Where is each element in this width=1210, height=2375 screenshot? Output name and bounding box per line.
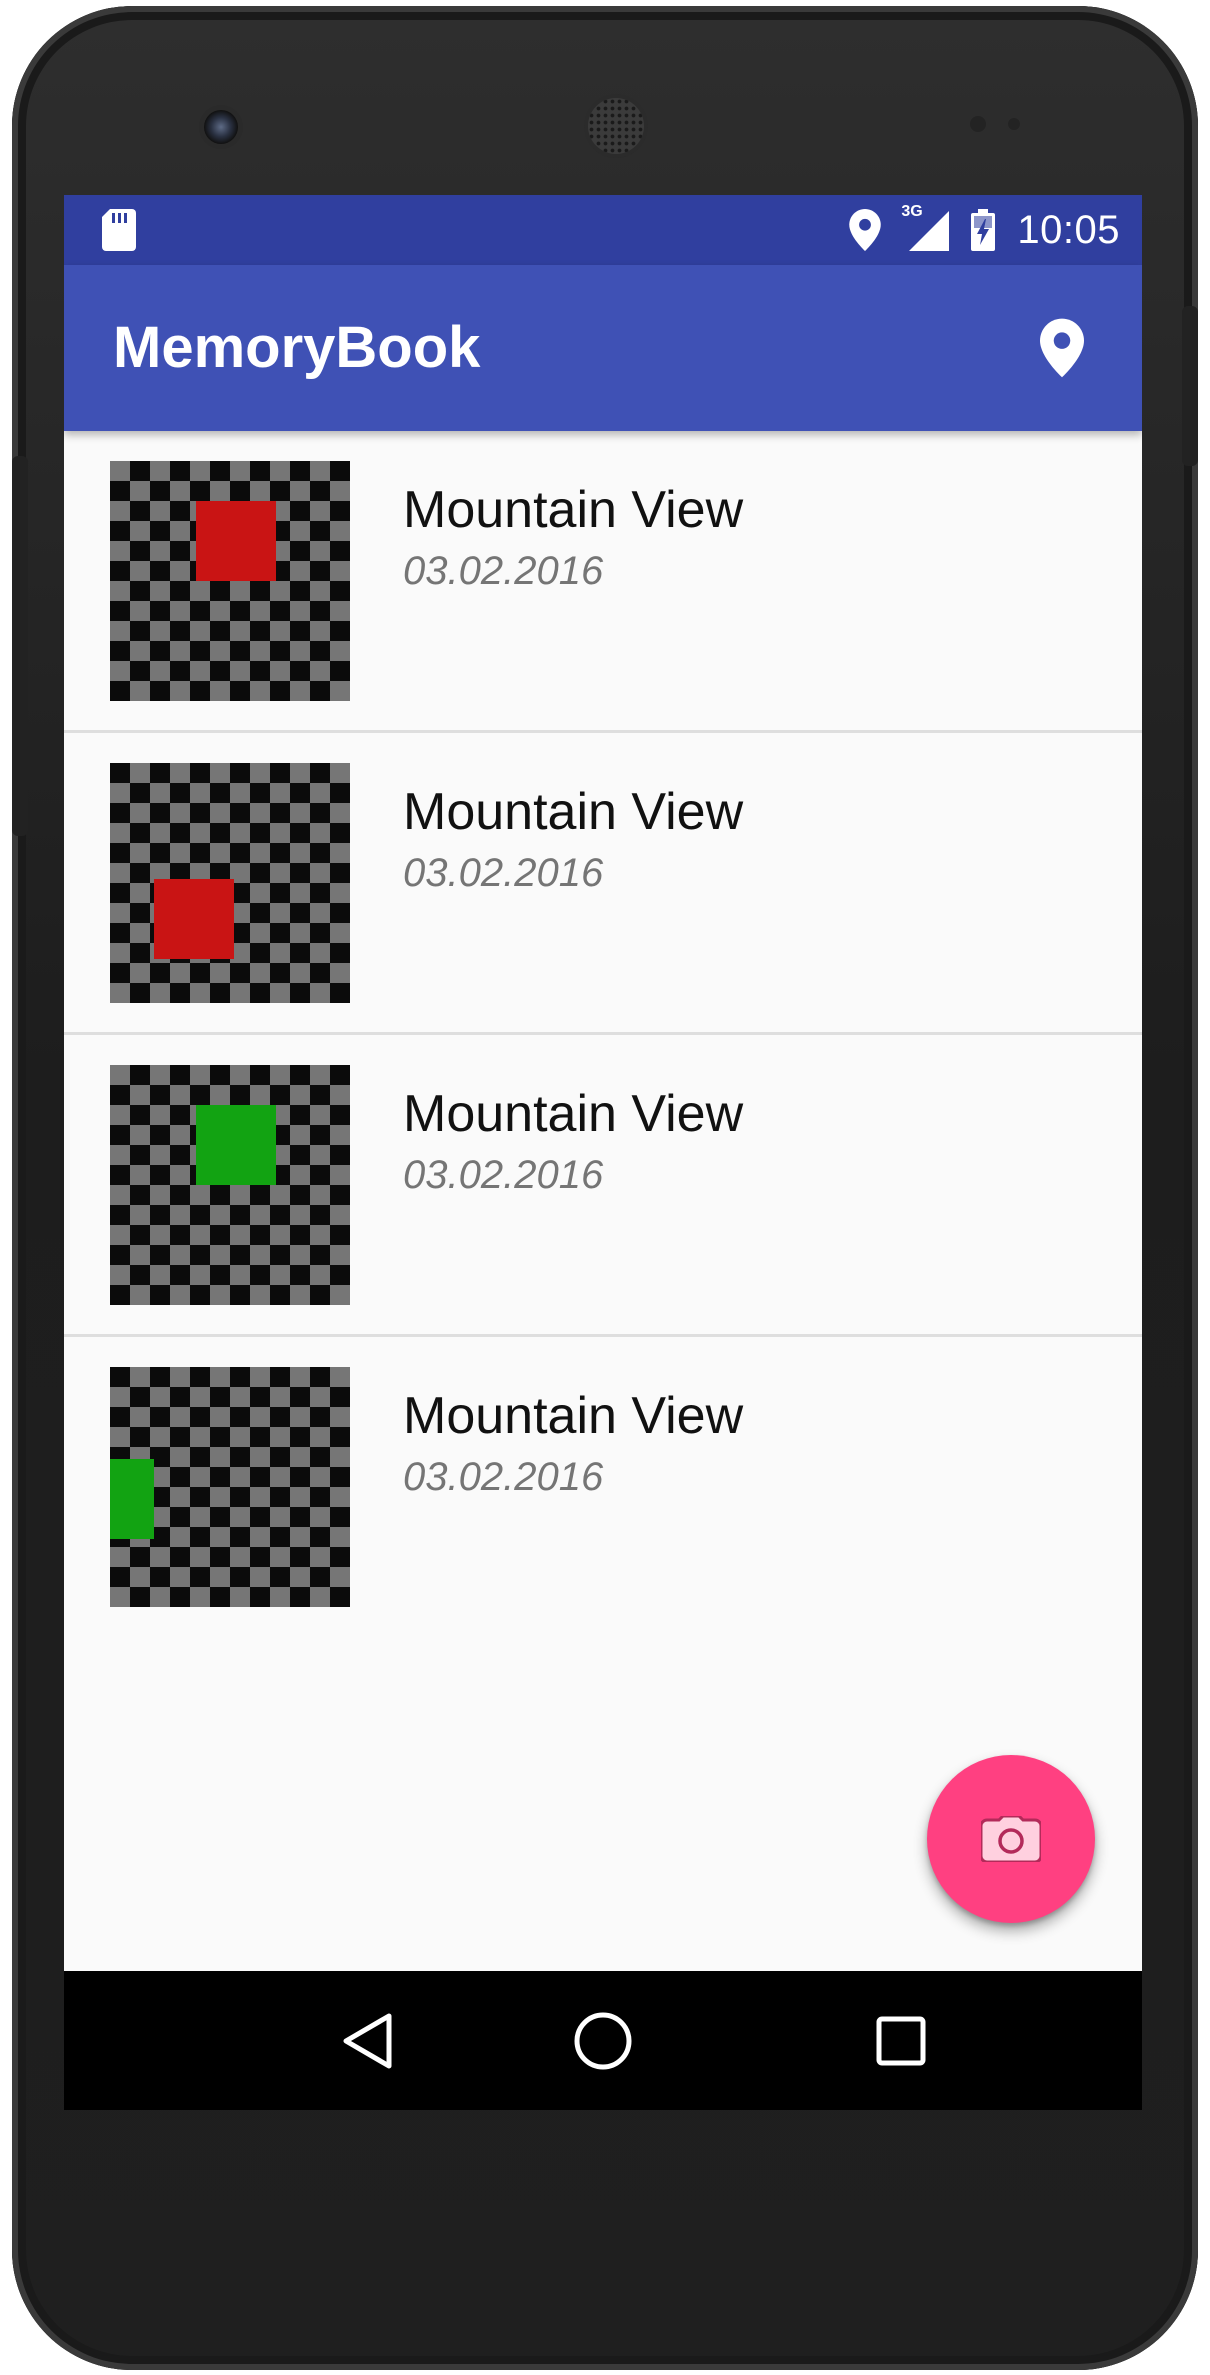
camera-icon: [981, 1816, 1041, 1862]
light-sensor: [1008, 118, 1020, 130]
recents-button[interactable]: [856, 1996, 946, 2086]
memory-title: Mountain View: [403, 481, 744, 539]
home-icon: [574, 2012, 632, 2070]
list-item[interactable]: Mountain View 03.02.2016: [64, 431, 1142, 733]
volume-button: [12, 456, 28, 836]
add-photo-button[interactable]: [927, 1755, 1095, 1923]
list-item[interactable]: Mountain View 03.02.2016: [64, 1035, 1142, 1337]
memory-title: Mountain View: [403, 1085, 744, 1143]
marker-square: [110, 1459, 154, 1539]
signal-icon: 3G: [901, 203, 950, 251]
power-button: [1182, 306, 1198, 466]
memory-date: 03.02.2016: [403, 1153, 604, 1197]
sd-card-icon: [102, 209, 136, 251]
back-icon: [343, 2013, 392, 2069]
app-title: MemoryBook: [113, 315, 481, 380]
thumbnail-image: [110, 763, 350, 1003]
memory-title: Mountain View: [403, 1387, 744, 1445]
home-button[interactable]: [558, 1996, 648, 2086]
proximity-sensor: [970, 116, 986, 132]
memory-date: 03.02.2016: [403, 851, 604, 895]
status-icons: 3G 10:05: [849, 195, 1120, 265]
marker-square: [196, 501, 276, 581]
navigation-bar: [64, 1971, 1142, 2110]
back-button[interactable]: [322, 1996, 412, 2086]
list-item[interactable]: Mountain View 03.02.2016: [64, 733, 1142, 1035]
status-bar: 3G 10:05: [64, 195, 1142, 265]
screen: 3G 10:05 MemoryBook Mountain View 03.02.…: [64, 195, 1142, 2110]
list-item[interactable]: Mountain View 03.02.2016: [64, 1337, 1142, 1639]
app-bar: MemoryBook: [64, 265, 1142, 431]
front-camera: [204, 110, 238, 144]
memory-list: Mountain View 03.02.2016 Mountain View 0…: [64, 431, 1142, 1639]
location-icon: [849, 209, 882, 251]
thumbnail-image: [110, 461, 350, 701]
marker-square: [154, 879, 234, 959]
map-button[interactable]: [1024, 310, 1100, 386]
thumbnail-image: [110, 1065, 350, 1305]
location-pin-icon: [1040, 318, 1084, 378]
recents-icon: [876, 2016, 926, 2066]
memory-date: 03.02.2016: [403, 549, 604, 593]
earpiece-speaker: [588, 98, 644, 154]
memory-title: Mountain View: [403, 783, 744, 841]
status-time: 10:05: [1017, 207, 1120, 252]
thumbnail-image: [110, 1367, 350, 1607]
battery-charging-icon: [971, 209, 996, 251]
memory-date: 03.02.2016: [403, 1455, 604, 1499]
marker-square: [196, 1105, 276, 1185]
